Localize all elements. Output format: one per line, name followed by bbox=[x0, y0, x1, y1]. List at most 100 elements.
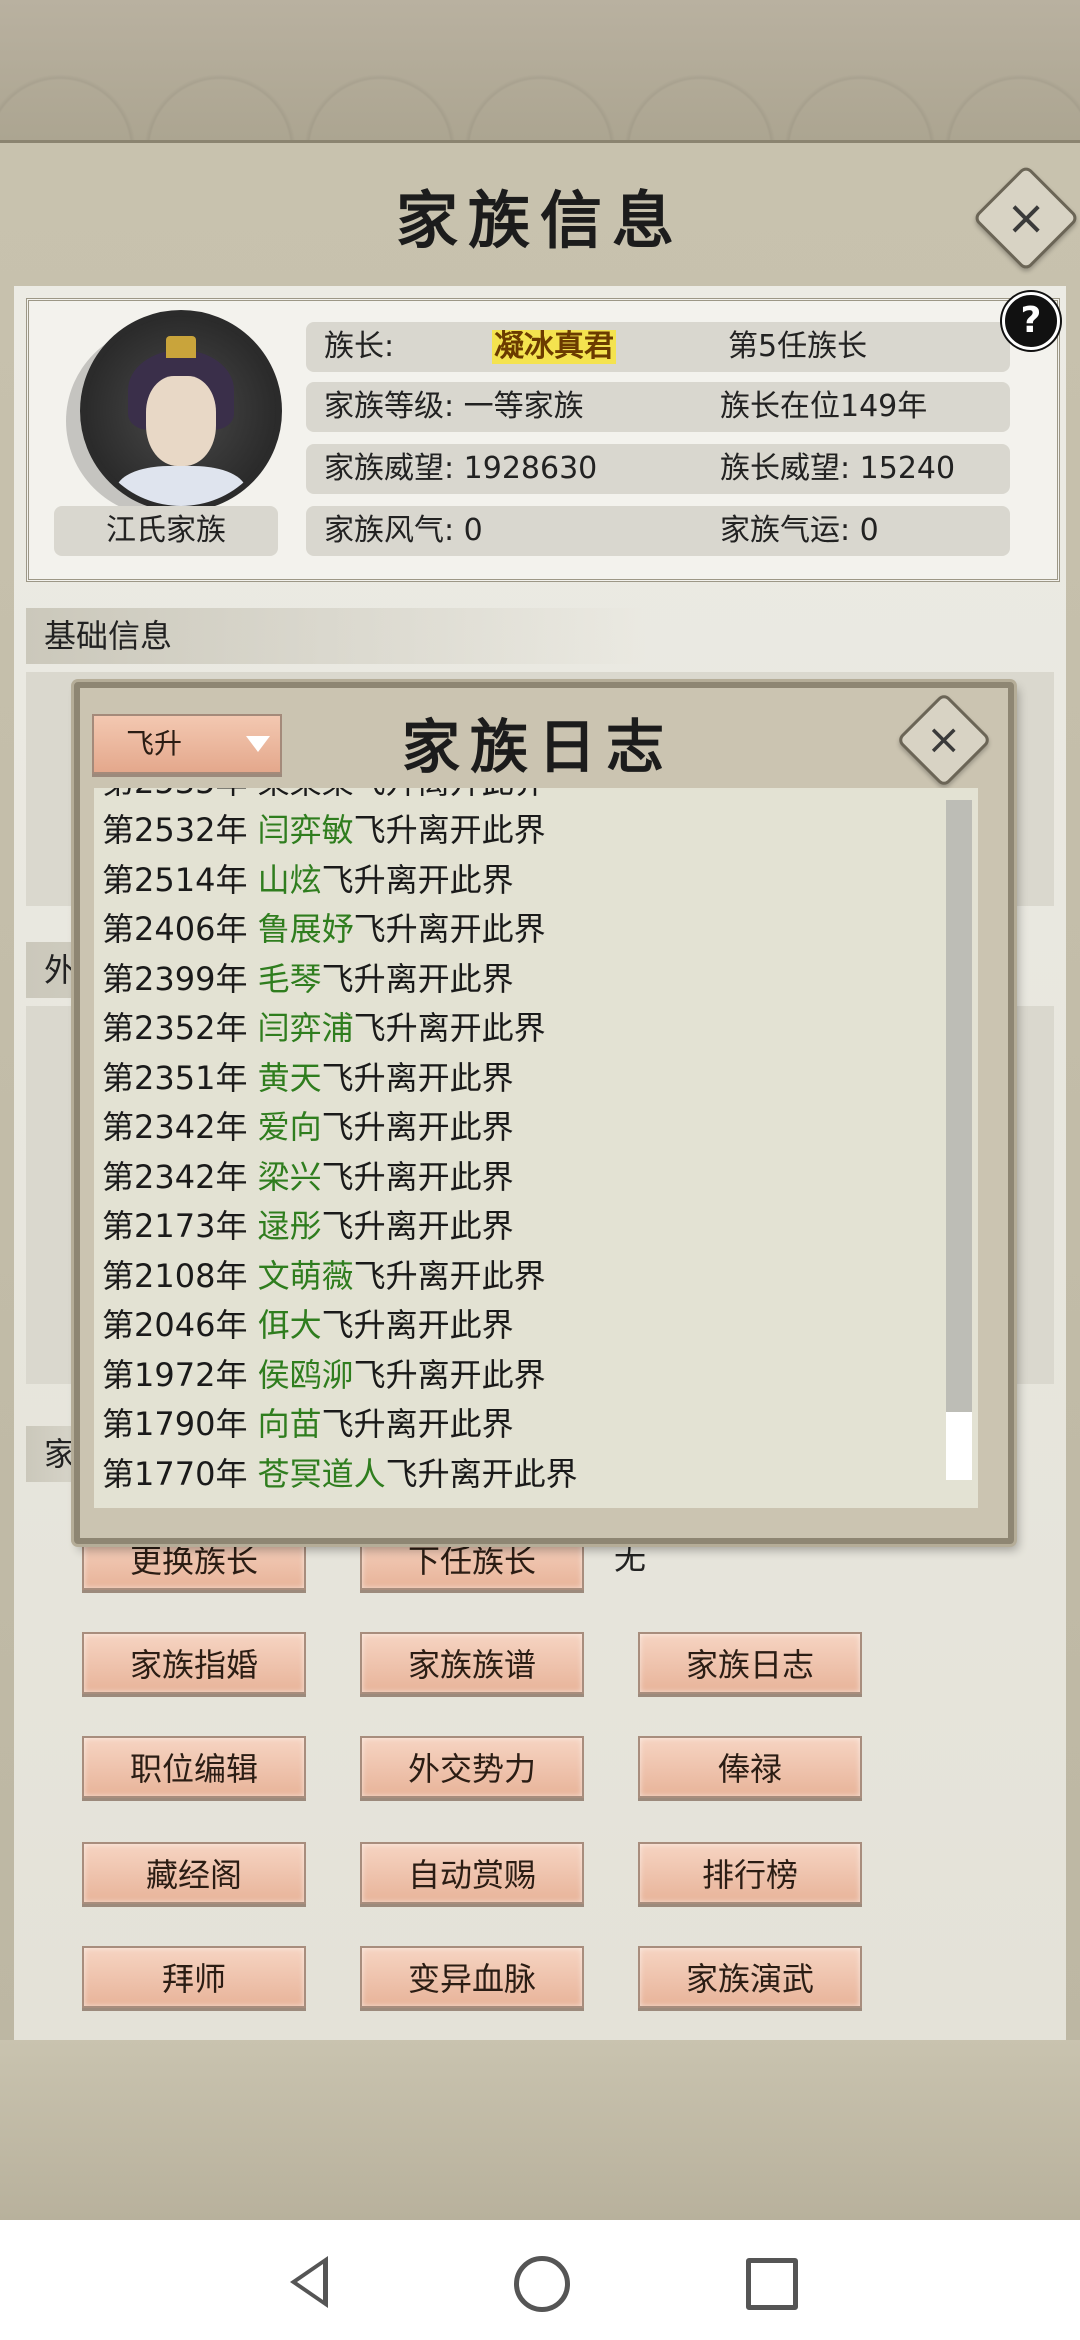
section-basic-info: 基础信息 bbox=[26, 608, 646, 664]
log-entry-action: 飞升离开此界 bbox=[385, 1454, 578, 1493]
log-scrollbar-thumb[interactable] bbox=[946, 1412, 972, 1480]
close-icon: × bbox=[1005, 190, 1047, 246]
log-entry-name[interactable]: 毛琴 bbox=[258, 960, 322, 998]
help-icon[interactable]: ? bbox=[1002, 292, 1060, 350]
log-entry-year: 第2352年 bbox=[102, 1009, 258, 1047]
family-fortune: 家族气运: 0 bbox=[720, 513, 879, 548]
log-entry-list[interactable]: 第2535年 某某某飞升离开此界 第2532年 闫弈敏飞升离开此界第2514年 … bbox=[94, 788, 978, 1508]
log-entry: 第2046年 佴大飞升离开此界 bbox=[102, 1301, 514, 1350]
log-entry-year: 第2342年 bbox=[102, 1157, 258, 1196]
apprentice-button[interactable]: 拜师 bbox=[82, 1946, 306, 2008]
log-entry-year: 第2514年 bbox=[102, 860, 258, 899]
log-entry: 第2406年 鲁展妤飞升离开此界 bbox=[102, 905, 546, 954]
log-entry: 第2108年 文萌薇飞升离开此界 bbox=[102, 1252, 546, 1301]
log-entry: 第2399年 毛琴飞升离开此界 bbox=[102, 955, 514, 1004]
log-entry-year: 第1790年 bbox=[102, 1405, 258, 1443]
log-entry-year: 第2351年 bbox=[102, 1058, 258, 1097]
log-entry-name[interactable]: 逯彤 bbox=[258, 1207, 322, 1245]
log-entry-year: 第2108年 bbox=[102, 1256, 258, 1295]
log-entry-action: 飞升离开此界 bbox=[353, 1355, 546, 1394]
log-entry-name[interactable]: 梁兴 bbox=[258, 1158, 322, 1196]
log-entry-name[interactable]: 山炫 bbox=[258, 861, 322, 899]
log-entry-name[interactable]: 黄天 bbox=[258, 1059, 322, 1097]
recent-apps-icon[interactable] bbox=[746, 2258, 798, 2310]
log-entry-action: 飞升离开此界 bbox=[321, 1108, 514, 1146]
top-decoration bbox=[0, 0, 1080, 140]
family-level: 家族等级: 一等家族 bbox=[324, 389, 584, 424]
log-entry-action: 飞升离开此界 bbox=[321, 1157, 514, 1196]
log-entry-name[interactable]: 文萌薇 bbox=[258, 1257, 354, 1295]
log-entry-year: 第2532年 bbox=[102, 811, 258, 849]
log-scrollbar-track[interactable] bbox=[946, 800, 972, 1480]
family-drill-button[interactable]: 家族演武 bbox=[638, 1946, 862, 2008]
log-entry-year: 第1972年 bbox=[102, 1355, 258, 1394]
leader-tenure: 族长在位149年 bbox=[720, 389, 928, 424]
library-button[interactable]: 藏经阁 bbox=[82, 1842, 306, 1904]
log-entry-action: 飞升离开此界 bbox=[353, 1009, 546, 1047]
log-entry: 第2342年 梁兴飞升离开此界 bbox=[102, 1153, 514, 1202]
log-entry-name[interactable]: 爱向 bbox=[258, 1108, 322, 1146]
log-entry-action: 飞升离开此界 bbox=[321, 1058, 514, 1097]
log-filter-selected: 飞升 bbox=[125, 727, 182, 760]
log-entry: 第2532年 闫弈敏飞升离开此界 bbox=[102, 806, 546, 855]
log-filter-dropdown[interactable]: 飞升 bbox=[92, 714, 282, 774]
info-row-leader: 族长: 凝冰真君 第5任族长 bbox=[306, 322, 1010, 372]
info-row-ethos: 家族风气: 0 家族气运: 0 bbox=[306, 506, 1010, 556]
leader-term: 第5任族长 bbox=[728, 329, 868, 364]
log-entry-action: 飞升离开此界 bbox=[353, 811, 546, 849]
close-icon: × bbox=[926, 714, 962, 764]
log-entry-name[interactable]: 向苗 bbox=[258, 1405, 322, 1443]
log-entry-name[interactable]: 闫弈浦 bbox=[258, 1009, 354, 1047]
log-entry: 第2352年 闫弈浦飞升离开此界 bbox=[102, 1004, 546, 1053]
log-entry-partial: 第2535年 某某某飞升离开此界 bbox=[102, 788, 546, 807]
leader-label: 族长: bbox=[324, 329, 395, 364]
back-icon-inner bbox=[297, 2264, 323, 2300]
log-entry-year: 第2406年 bbox=[102, 910, 258, 948]
log-entry-action: 飞升离开此界 bbox=[321, 1207, 514, 1245]
next-leader-value: 无 bbox=[614, 1539, 647, 1577]
family-prestige: 家族威望: 1928630 bbox=[324, 451, 598, 486]
family-ethos: 家族风气: 0 bbox=[324, 513, 483, 548]
log-entry: 第1790年 向苗飞升离开此界 bbox=[102, 1400, 514, 1449]
log-entry: 第2173年 逯彤飞升离开此界 bbox=[102, 1202, 514, 1251]
log-entry-name[interactable]: 苍冥道人 bbox=[258, 1455, 386, 1493]
log-entry-year: 第2342年 bbox=[102, 1108, 258, 1146]
log-entry-name[interactable]: 佴大 bbox=[258, 1306, 322, 1344]
mutant-bloodline-button[interactable]: 变异血脉 bbox=[360, 1946, 584, 2008]
chevron-down-icon bbox=[246, 736, 270, 752]
log-entry-year: 第2173年 bbox=[102, 1207, 258, 1245]
family-log-button[interactable]: 家族日志 bbox=[638, 1632, 862, 1694]
log-entry: 第2342年 爱向飞升离开此界 bbox=[102, 1103, 514, 1152]
log-entry-action: 飞升离开此界 bbox=[321, 860, 514, 899]
log-entry-name[interactable]: 侯鸥泖 bbox=[258, 1356, 354, 1394]
log-entry-name[interactable]: 鲁展妤 bbox=[258, 910, 354, 948]
leader-avatar[interactable] bbox=[80, 310, 282, 512]
avatar-crown bbox=[166, 336, 196, 358]
log-entry-action: 飞升离开此界 bbox=[321, 1306, 514, 1344]
ranking-button[interactable]: 排行榜 bbox=[638, 1842, 862, 1904]
leader-prestige: 族长威望: 15240 bbox=[720, 451, 956, 486]
log-entry-year: 第1770年 bbox=[102, 1454, 258, 1493]
log-entry: 第1770年 苍冥道人飞升离开此界 bbox=[102, 1450, 578, 1499]
avatar-face bbox=[146, 376, 216, 466]
salary-button[interactable]: 俸禄 bbox=[638, 1736, 862, 1798]
position-edit-button[interactable]: 职位编辑 bbox=[82, 1736, 306, 1798]
log-entry-action: 飞升离开此界 bbox=[353, 1256, 546, 1295]
leader-name[interactable]: 凝冰真君 bbox=[492, 330, 616, 364]
bottom-decoration bbox=[0, 2040, 1080, 2220]
home-icon[interactable] bbox=[514, 2256, 570, 2312]
genealogy-button[interactable]: 家族族谱 bbox=[360, 1632, 584, 1694]
game-screen: 家族信息 × 江氏家族 族长: 凝冰真君 第5任族长 家族等级: 一等家族 族长… bbox=[0, 0, 1080, 2340]
log-entry-action: 飞升离开此界 bbox=[353, 910, 546, 948]
marriage-button[interactable]: 家族指婚 bbox=[82, 1632, 306, 1694]
auto-reward-button[interactable]: 自动赏赐 bbox=[360, 1842, 584, 1904]
family-name-label: 江氏家族 bbox=[54, 506, 278, 556]
log-entry-action: 飞升离开此界 bbox=[321, 959, 514, 998]
diplomacy-button[interactable]: 外交势力 bbox=[360, 1736, 584, 1798]
log-entry-year: 第2399年 bbox=[102, 959, 258, 998]
info-row-prestige: 家族威望: 1928630 族长威望: 15240 bbox=[306, 444, 1010, 494]
log-entry-action: 飞升离开此界 bbox=[321, 1405, 514, 1443]
log-entry: 第2514年 山炫飞升离开此界 bbox=[102, 856, 514, 905]
page-title: 家族信息 bbox=[395, 184, 684, 257]
log-entry-name[interactable]: 闫弈敏 bbox=[258, 811, 354, 849]
